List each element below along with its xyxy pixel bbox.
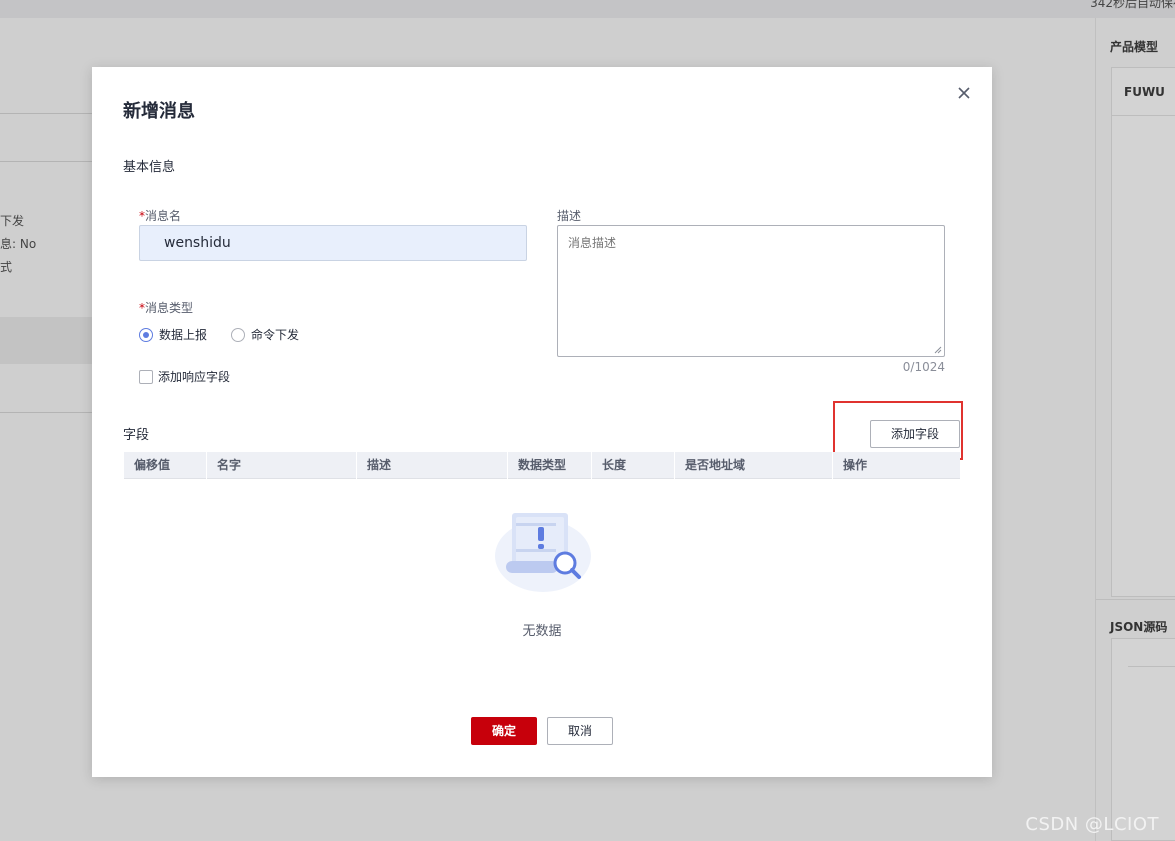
radio-command-send[interactable]: 命令下发	[231, 326, 299, 343]
divider	[0, 113, 92, 114]
column-header[interactable]: 长度	[592, 452, 675, 479]
background-left-panel	[0, 18, 92, 841]
top-bar: 342秒后自动保存	[0, 0, 1175, 18]
divider	[0, 161, 92, 162]
description-label: 描述	[557, 209, 582, 223]
service-list: FUWU	[1111, 67, 1175, 597]
basic-info-title: 基本信息	[123, 160, 176, 175]
add-response-field-checkbox[interactable]: 添加响应字段	[139, 368, 230, 385]
background-text: 息: No	[0, 237, 37, 251]
background-text: 式	[0, 260, 13, 274]
divider	[0, 412, 92, 413]
checkbox-icon[interactable]	[139, 369, 153, 384]
product-model-title: 产品模型	[1110, 40, 1159, 54]
confirm-button[interactable]: 确定	[471, 717, 537, 745]
radio-label: 数据上报	[159, 328, 208, 342]
divider	[1096, 599, 1175, 600]
fields-table-header: 偏移值 名字 描述 数据类型 长度 是否地址域 操作	[124, 452, 960, 479]
radio-label: 命令下发	[251, 328, 300, 342]
add-message-dialog: 新增消息 基本信息 *消息名 wenshidu 描述 0/1024 *消息类型 …	[92, 67, 992, 777]
description-textarea[interactable]	[557, 225, 945, 357]
autosave-text: 342秒后自动保存	[1090, 0, 1175, 10]
message-type-label: *消息类型	[139, 299, 193, 316]
service-item[interactable]: FUWU	[1112, 68, 1175, 116]
dialog-title: 新增消息	[123, 101, 195, 122]
column-header[interactable]: 是否地址域	[675, 452, 833, 479]
cancel-button[interactable]: 取消	[547, 717, 613, 745]
char-counter: 0/1024	[902, 360, 945, 374]
radio-unchecked-icon[interactable]	[231, 327, 245, 342]
empty-text: 无数据	[522, 624, 562, 639]
close-icon[interactable]	[954, 83, 974, 103]
message-name-label: *消息名	[139, 207, 181, 224]
background-row	[0, 317, 92, 364]
background-text: 下发	[0, 214, 25, 228]
column-header[interactable]: 操作	[833, 452, 960, 479]
checkbox-label: 添加响应字段	[158, 370, 231, 384]
json-source-title: JSON源码	[1110, 620, 1168, 634]
column-header[interactable]: 偏移值	[124, 452, 207, 479]
resize-grip-icon[interactable]	[934, 346, 942, 354]
column-header[interactable]: 名字	[207, 452, 357, 479]
radio-data-report[interactable]: 数据上报	[139, 326, 207, 343]
message-type-label-text: 消息类型	[145, 301, 194, 315]
fields-title: 字段	[123, 428, 150, 443]
column-header[interactable]: 数据类型	[508, 452, 592, 479]
column-header[interactable]: 描述	[357, 452, 508, 479]
radio-checked-icon[interactable]	[139, 327, 153, 342]
json-source-box	[1111, 638, 1175, 841]
divider	[1128, 666, 1175, 667]
watermark: CSDN @LCIOT	[1025, 814, 1159, 835]
no-data-illustration-icon	[495, 513, 591, 592]
message-name-label-text: 消息名	[145, 209, 182, 223]
message-name-input[interactable]: wenshidu	[139, 225, 527, 261]
